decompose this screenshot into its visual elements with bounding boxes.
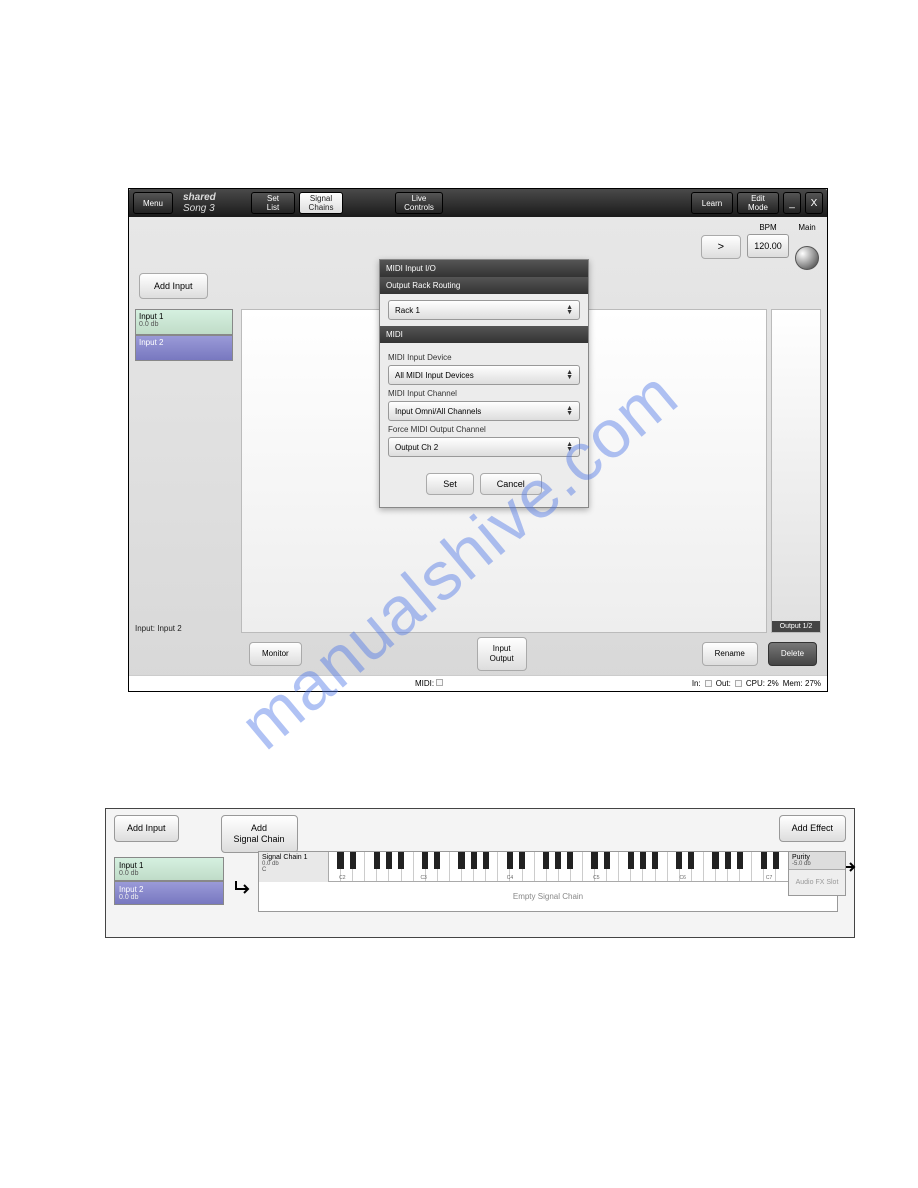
output-label: Output 1/2	[772, 621, 820, 632]
arrow-1-icon	[234, 879, 254, 899]
dialog-section-midi: MIDI	[380, 326, 588, 343]
current-input-tag: Input: Input 2	[135, 624, 182, 633]
livecontrols-tab[interactable]: Live Controls	[395, 192, 443, 214]
bottom-controls: Monitor Input Output Rename Delete	[129, 633, 827, 675]
signalchains-tab[interactable]: Signal Chains	[299, 192, 343, 214]
add-input-button[interactable]: Add Input	[139, 273, 208, 299]
delete-button[interactable]: Delete	[768, 642, 817, 666]
output-column[interactable]: Output 1/2	[771, 309, 821, 633]
midi-device-dropdown[interactable]: All MIDI Input Devices ▲▼	[388, 365, 580, 385]
bpm-label: BPM	[747, 223, 789, 232]
f2-add-effect-button[interactable]: Add Effect	[779, 815, 846, 842]
out-led	[735, 680, 742, 687]
effect-slot[interactable]: Audio FX Slot	[789, 870, 845, 895]
label-force-channel: Force MIDI Output Channel	[388, 425, 580, 434]
f2-add-chain-button[interactable]: Add Signal Chain	[221, 815, 298, 853]
figure-2: Add Input Add Signal Chain Add Effect In…	[105, 808, 855, 938]
setlist-tab[interactable]: Set List	[251, 192, 295, 214]
f2-input-1[interactable]: Input 1 0.0 db	[114, 857, 224, 881]
app-window: Menu shared Song 3 Set List Signal Chain…	[128, 188, 828, 692]
editmode-button[interactable]: Edit Mode	[737, 192, 779, 214]
song-name: shared Song 3	[177, 192, 247, 214]
input-row-2[interactable]: Input 2	[135, 335, 233, 361]
rack-dropdown[interactable]: Rack 1 ▲▼	[388, 300, 580, 320]
cancel-button[interactable]: Cancel	[480, 473, 542, 495]
effect-name: Purity -5.0 db	[789, 852, 845, 870]
status-cpu: CPU: 2%	[746, 679, 779, 688]
empty-chain-slot[interactable]: Empty Signal Chain	[259, 882, 837, 911]
status-mem: Mem: 27%	[783, 679, 821, 688]
label-midi-channel: MIDI Input Channel	[388, 389, 580, 398]
menu-button[interactable]: Menu	[133, 192, 173, 214]
dialog-title: MIDI Input I/O	[380, 260, 588, 277]
chain-label: Signal Chain 1 0.0 db C	[259, 852, 329, 882]
main-label: Main	[795, 223, 819, 232]
titlebar: Menu shared Song 3 Set List Signal Chain…	[129, 189, 827, 217]
io-button[interactable]: Input Output	[477, 637, 527, 671]
down-icon: ▼	[566, 310, 573, 315]
bpm-value[interactable]: 120.00	[747, 234, 789, 258]
main-area: Add Input Input 1 0.0 db Input 2 Output …	[129, 273, 827, 633]
monitor-button[interactable]: Monitor	[249, 642, 302, 666]
close-button[interactable]: X	[805, 192, 823, 214]
output-channel-dropdown[interactable]: Output Ch 2 ▲▼	[388, 437, 580, 457]
status-bar: MIDI: In: Out: CPU: 2% Mem: 27%	[129, 675, 827, 691]
input-list: Input 1 0.0 db Input 2	[135, 309, 233, 361]
set-button[interactable]: Set	[426, 473, 474, 495]
label-midi-device: MIDI Input Device	[388, 353, 580, 362]
play-button[interactable]: >	[701, 235, 741, 259]
in-led	[705, 680, 712, 687]
f2-input-2[interactable]: Input 2 0.0 db	[114, 881, 224, 905]
midi-led	[436, 679, 443, 686]
status-midi: MIDI:	[415, 679, 434, 688]
status-in: In:	[692, 679, 701, 688]
signal-chain-box[interactable]: Signal Chain 1 0.0 db C C2 C3 C4 C5 C6 C…	[258, 851, 838, 912]
bpm-box: BPM 120.00	[747, 223, 789, 258]
main-knob[interactable]	[795, 246, 819, 270]
status-out: Out:	[716, 679, 731, 688]
midi-channel-dropdown[interactable]: Input Omni/All Channels ▲▼	[388, 401, 580, 421]
keyboard[interactable]: C2 C3 C4 C5 C6 C7	[329, 852, 837, 882]
effect-box[interactable]: Purity -5.0 db Audio FX Slot	[788, 851, 846, 896]
learn-button[interactable]: Learn	[691, 192, 733, 214]
f2-input-list: Input 1 0.0 db Input 2 0.0 db	[106, 857, 224, 905]
f2-add-input-button[interactable]: Add Input	[114, 815, 179, 842]
main-box: Main	[795, 223, 819, 275]
rename-button[interactable]: Rename	[702, 642, 758, 666]
dialog-section-routing: Output Rack Routing	[380, 277, 588, 294]
minimize-button[interactable]: _	[783, 192, 801, 214]
midi-io-dialog: MIDI Input I/O Output Rack Routing Rack …	[379, 259, 589, 508]
input-row-1[interactable]: Input 1 0.0 db	[135, 309, 233, 335]
